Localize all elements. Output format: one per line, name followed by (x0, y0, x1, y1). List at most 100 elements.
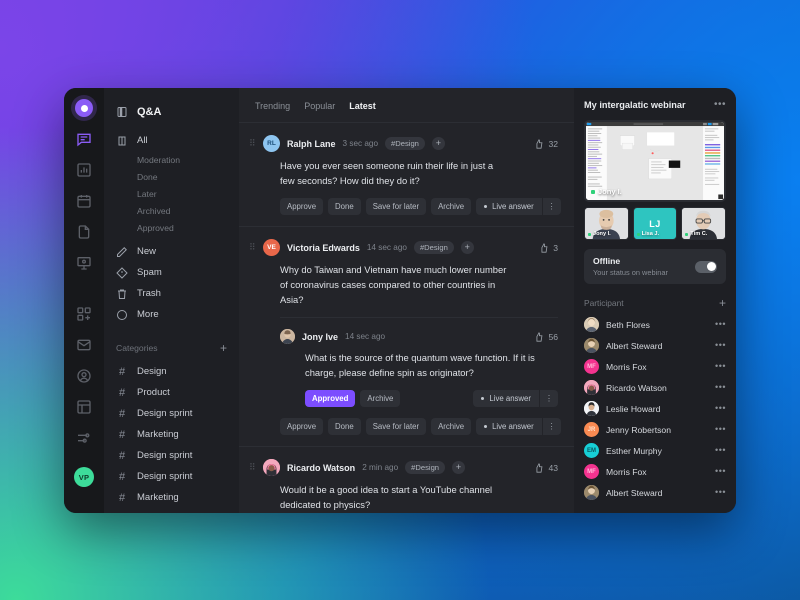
done-button[interactable]: Done (328, 198, 361, 215)
participant-menu-icon[interactable]: ••• (715, 446, 726, 455)
archive-button[interactable]: Archive (431, 418, 472, 435)
participant-row[interactable]: Albert Steward ••• (584, 482, 726, 503)
sidebar-subitem-later[interactable]: Later (104, 185, 239, 202)
participant-row[interactable]: MF Morris Fox ••• (584, 356, 726, 377)
avatar[interactable]: VE (263, 239, 280, 256)
participant-menu-icon[interactable]: ••• (715, 425, 726, 434)
tab-trending[interactable]: Trending (255, 101, 290, 111)
avatar[interactable] (263, 459, 280, 476)
mail-icon[interactable] (76, 337, 92, 353)
add-tag-button[interactable]: + (452, 461, 466, 474)
participant-row[interactable]: Ricardo Watson ••• (584, 377, 726, 398)
video-thumbnail[interactable]: Tim C. (681, 207, 727, 240)
post-tag[interactable]: #Design (405, 461, 446, 474)
done-button[interactable]: Done (328, 418, 361, 435)
document-icon[interactable] (76, 224, 92, 240)
presentation-icon[interactable] (76, 255, 92, 271)
user-avatar[interactable]: VP (74, 467, 94, 487)
sidebar-item-trash[interactable]: Trash (104, 283, 239, 304)
more-options-icon[interactable]: ⋮ (542, 198, 561, 215)
participant-row[interactable]: Leslie Howard ••• (584, 398, 726, 419)
approved-badge[interactable]: Approved (305, 390, 356, 407)
main-video-tile[interactable]: Jony I. (584, 120, 726, 202)
like-count[interactable]: 3 (539, 243, 558, 253)
sidebar-item-new[interactable]: New (104, 241, 239, 262)
participant-menu-icon[interactable]: ••• (715, 383, 726, 392)
sidebar-category-design-sprint-2[interactable]: # Design sprint (104, 445, 239, 466)
avatar-photo (584, 401, 599, 416)
approve-button[interactable]: Approve (280, 418, 324, 435)
archive-button[interactable]: Archive (431, 198, 472, 215)
user-circle-icon[interactable] (76, 368, 92, 384)
participant-menu-icon[interactable]: ••• (715, 362, 726, 371)
sidebar-category-design-sprint-1[interactable]: # Design sprint (104, 403, 239, 424)
panel-menu-icon[interactable]: ••• (714, 100, 726, 110)
post-tag[interactable]: #Design (385, 137, 425, 150)
sidebar-subitem-moderation[interactable]: Moderation (104, 151, 239, 168)
online-status-icon (588, 232, 591, 236)
avatar[interactable] (280, 329, 295, 344)
drag-handle-icon[interactable]: ⠿ (249, 243, 256, 252)
participant-menu-icon[interactable]: ••• (715, 404, 726, 413)
post-tag[interactable]: #Design (413, 241, 454, 254)
calendar-icon[interactable] (76, 193, 92, 209)
layout-icon[interactable] (76, 399, 92, 415)
participant-row[interactable]: EM Esther Murphy ••• (584, 440, 726, 461)
app-logo-icon[interactable] (75, 99, 93, 117)
icon-rail: VP (64, 88, 104, 513)
video-thumbnail[interactable]: LJ Lisa J. (632, 207, 678, 240)
apps-add-icon[interactable] (76, 306, 92, 322)
live-answer-button[interactable]: Live answer (476, 198, 542, 215)
participant-menu-icon[interactable]: ••• (715, 341, 726, 350)
chat-icon[interactable] (76, 131, 92, 147)
approve-button[interactable]: Approve (280, 198, 324, 215)
sidebar-subitem-done[interactable]: Done (104, 168, 239, 185)
sidebar-item-all[interactable]: All (104, 130, 239, 151)
participant-row[interactable]: JR Jenny Robertson ••• (584, 419, 726, 440)
more-options-icon[interactable]: ⋮ (542, 418, 561, 435)
participant-row[interactable]: Albert Steward ••• (584, 335, 726, 356)
sidebar-subitem-archived[interactable]: Archived (104, 202, 239, 219)
sidebar-category-design[interactable]: # Design (104, 361, 239, 382)
sidebar-categories-more[interactable]: More (104, 508, 239, 513)
add-category-button[interactable]: + (220, 342, 227, 354)
chart-icon[interactable] (76, 162, 92, 178)
sidebar-category-marketing-1[interactable]: # Marketing (104, 424, 239, 445)
like-count[interactable]: 32 (534, 139, 558, 149)
drag-handle-icon[interactable]: ⠿ (249, 463, 256, 472)
status-card: Offline Your status on webinar (584, 249, 726, 284)
more-options-icon[interactable]: ⋮ (540, 390, 558, 407)
sidebar-item-spam[interactable]: Spam (104, 262, 239, 283)
participant-row[interactable]: Beth Flores ••• (584, 314, 726, 335)
live-answer-button[interactable]: Live answer (473, 390, 539, 407)
save-for-later-button[interactable]: Save for later (365, 198, 427, 215)
sidebar-category-design-sprint-3[interactable]: # Design sprint (104, 466, 239, 487)
sliders-icon[interactable] (76, 430, 92, 446)
status-toggle[interactable] (695, 260, 717, 273)
save-for-later-button[interactable]: Save for later (365, 418, 427, 435)
participant-row[interactable]: MF Morris Fox ••• (584, 461, 726, 482)
sidebar-category-marketing-2[interactable]: # Marketing (104, 487, 239, 508)
video-thumbnail[interactable]: Jony I. (584, 207, 629, 240)
participant-menu-icon[interactable]: ••• (715, 320, 726, 329)
layers-icon (116, 135, 128, 147)
avatar[interactable]: RL (263, 135, 280, 152)
sidebar-category-product[interactable]: # Product (104, 382, 239, 403)
sidebar-item-more[interactable]: More (104, 304, 239, 325)
add-tag-button[interactable]: + (431, 137, 445, 150)
like-count[interactable]: 56 (534, 332, 558, 342)
tab-popular[interactable]: Popular (304, 101, 335, 111)
category-label: Marketing (137, 429, 179, 440)
live-answer-button[interactable]: Live answer (476, 418, 542, 435)
participant-name: Jenny Robertson (606, 424, 671, 435)
sidebar-item-label: More (137, 309, 159, 320)
sidebar-subitem-approved[interactable]: Approved (104, 219, 239, 236)
tab-latest[interactable]: Latest (349, 101, 376, 111)
like-count[interactable]: 43 (534, 463, 558, 473)
participant-menu-icon[interactable]: ••• (715, 467, 726, 476)
participant-menu-icon[interactable]: ••• (715, 488, 726, 497)
add-participant-button[interactable]: + (719, 297, 726, 309)
archive-button[interactable]: Archive (360, 390, 401, 407)
drag-handle-icon[interactable]: ⠿ (249, 139, 256, 148)
add-tag-button[interactable]: + (460, 241, 474, 254)
